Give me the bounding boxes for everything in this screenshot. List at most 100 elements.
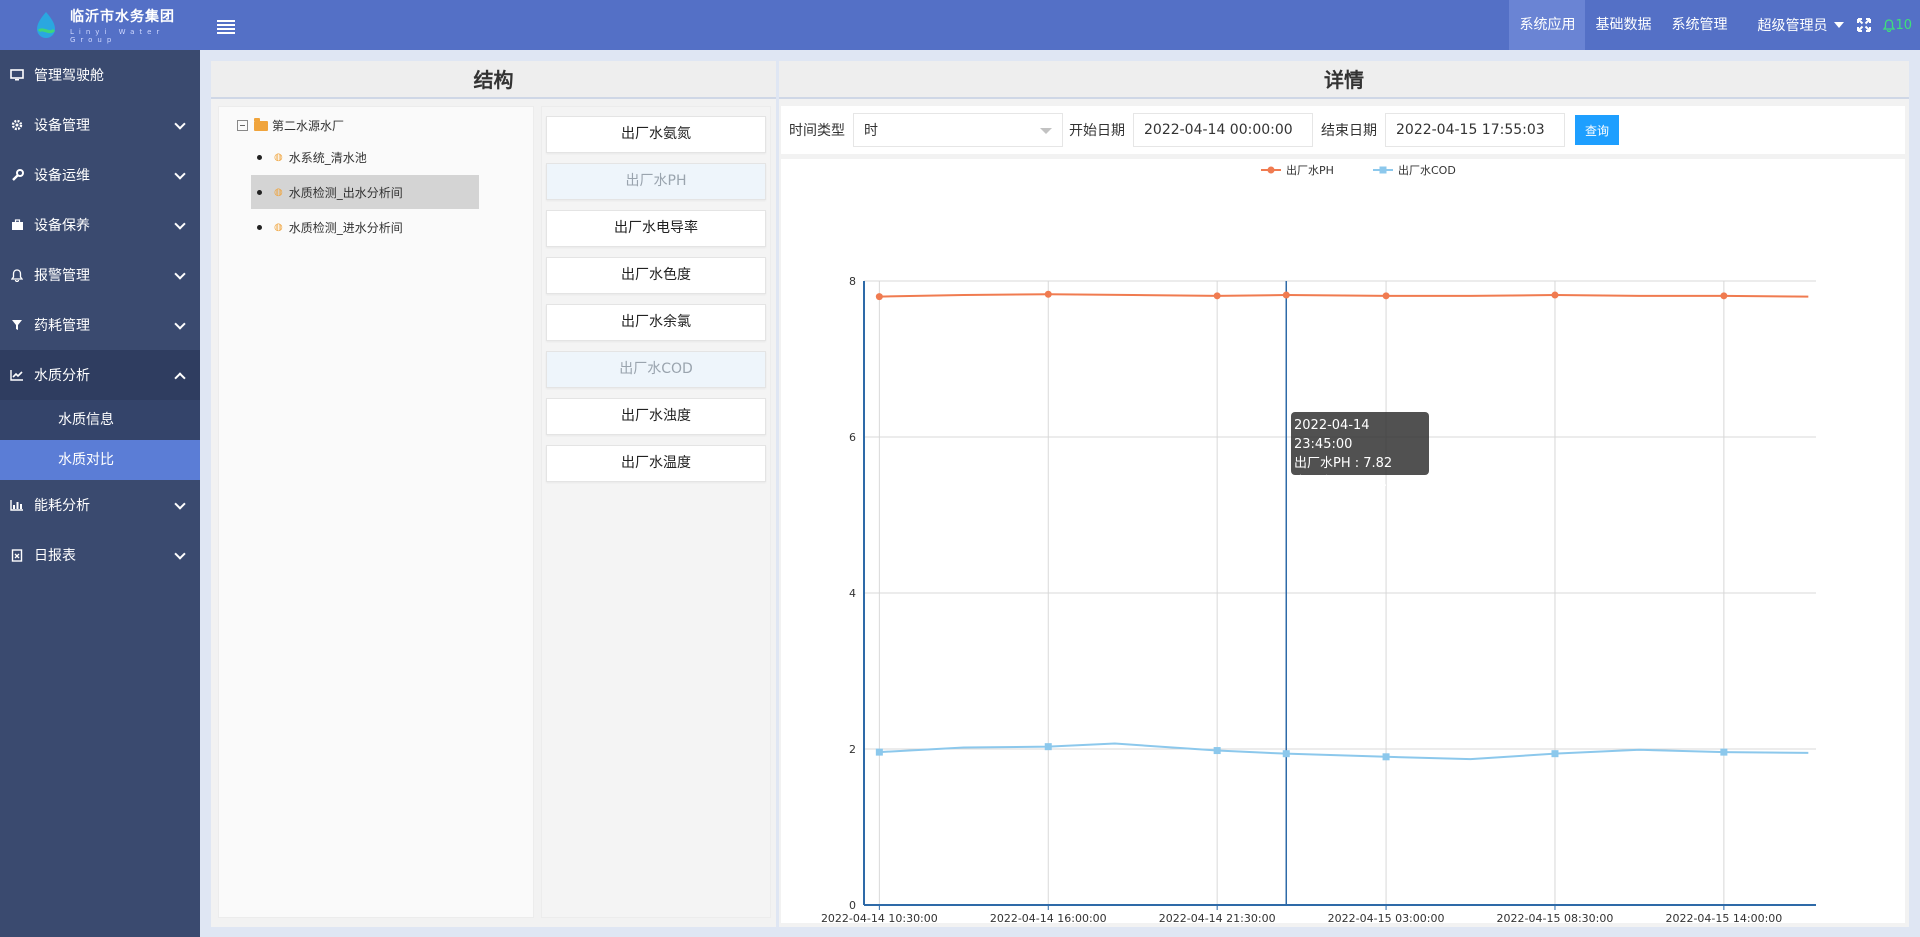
data-point: [1382, 292, 1390, 300]
structure-panel-title: 结构: [211, 61, 776, 99]
sidebar-item-label: 设备运维: [34, 168, 90, 184]
series-line-cod: [879, 742, 1809, 761]
chevron-down-icon: [174, 168, 186, 180]
leaf-icon: ◍: [274, 186, 283, 198]
collapse-icon[interactable]: [237, 120, 248, 131]
x-tick-label: 2022-04-15 14:00:00: [1665, 912, 1782, 923]
metric-button-temperature[interactable]: 出厂水温度: [546, 445, 766, 482]
series-line-ph: [879, 293, 1809, 298]
sidebar-item-device-maintenance[interactable]: 设备运维: [0, 150, 200, 200]
user-menu[interactable]: 超级管理员: [1757, 15, 1845, 35]
end-date-input[interactable]: [1385, 113, 1565, 147]
top-bar: 临沂市水务集团 Linyi Water Group 系统应用 基础数据 系统管理…: [0, 0, 1920, 50]
data-point: [875, 293, 883, 301]
legend-marker: [1379, 166, 1387, 174]
data-point: [875, 748, 883, 756]
data-point: [1282, 291, 1290, 299]
line-chart-icon: [10, 368, 24, 382]
metric-button-turbidity[interactable]: 出厂水浊度: [546, 398, 766, 435]
data-point: [1282, 750, 1290, 758]
nav-system-apps[interactable]: 系统应用: [1509, 0, 1586, 50]
metric-button-residual-chlorine[interactable]: 出厂水余氯: [546, 304, 766, 341]
x-tick-label: 2022-04-14 10:30:00: [821, 912, 938, 923]
main-content: 结构 详情 第二水源水厂 ◍ 水系统_清水池 ◍ 水质检测_出水分析间 ◍ 水质…: [211, 61, 1909, 927]
sidebar-item-energy-analysis[interactable]: 能耗分析: [0, 480, 200, 530]
notification-button[interactable]: 10: [1883, 18, 1912, 33]
folder-open-icon: [254, 117, 268, 131]
nav-basic-data[interactable]: 基础数据: [1585, 0, 1661, 50]
nav-system-management[interactable]: 系统管理: [1661, 0, 1737, 50]
metric-button-conductivity[interactable]: 出厂水电导率: [546, 210, 766, 247]
metric-button-ammonia[interactable]: 出厂水氨氮: [546, 116, 766, 153]
tree-root-label: 第二水源水厂: [272, 119, 345, 133]
chevron-down-icon: [174, 498, 186, 510]
metric-button-ph[interactable]: 出厂水PH: [546, 163, 766, 200]
leaf-icon: ◍: [274, 151, 283, 163]
notification-count: 10: [1895, 17, 1912, 33]
filter-icon: [10, 318, 24, 332]
sidebar-item-device-upkeep[interactable]: 设备保养: [0, 200, 200, 250]
tooltip-ph: 出厂水PH : 7.82: [1294, 456, 1393, 471]
bell-icon: [1883, 18, 1896, 32]
y-tick-label: 6: [849, 431, 856, 444]
tree-node-selected[interactable]: ◍ 水质检测_出水分析间: [251, 175, 479, 209]
chevron-down-icon: [174, 268, 186, 280]
y-tick-label: 8: [849, 275, 856, 288]
y-tick-label: 2: [849, 743, 856, 756]
bullet-icon: [257, 154, 262, 160]
logo-title: 临沂市水务集团: [70, 9, 175, 25]
details-panel-title: 详情: [779, 61, 1909, 99]
sidebar-item-label: 能耗分析: [34, 498, 90, 514]
legend-marker: [1267, 166, 1275, 174]
query-button[interactable]: 查询: [1575, 115, 1620, 145]
end-date-label: 结束日期: [1321, 123, 1377, 139]
dropdown-arrow-icon: [1040, 128, 1052, 134]
gear-icon: [10, 118, 24, 132]
time-type-label: 时间类型: [789, 123, 845, 139]
bell-icon: [10, 268, 24, 282]
y-tick-label: 4: [849, 587, 856, 600]
monitor-icon: [10, 68, 24, 82]
tree-node[interactable]: ◍ 水质检测_进水分析间: [251, 210, 479, 244]
sidebar-item-chemical-consumption[interactable]: 药耗管理: [0, 300, 200, 350]
menu-toggle-icon[interactable]: [217, 20, 235, 34]
top-nav: 系统应用 基础数据 系统管理 超级管理员 10: [1509, 0, 1920, 50]
sidebar-item-label: 报警管理: [34, 268, 90, 284]
sidebar-item-label: 设备管理: [34, 118, 90, 134]
briefcase-icon: [10, 218, 24, 232]
sidebar-item-label: 水质分析: [34, 368, 90, 384]
legend-label: 出厂水PH: [1286, 163, 1334, 177]
panel-divider: [776, 61, 779, 927]
line-chart: 0 2 4 6 8 2022-04-14 10:30:00 2022-04-14 16:00…: [821, 163, 1816, 925]
sidebar-item-dashboard[interactable]: 管理驾驶舱: [0, 50, 200, 100]
tree-node[interactable]: ◍ 水系统_清水池: [251, 140, 479, 174]
data-point: [1213, 292, 1221, 300]
tooltip-cod: 出厂水COD : 1.94: [1294, 475, 1404, 490]
sidebar-item-daily-report[interactable]: 日报表: [0, 530, 200, 580]
data-point: [1044, 290, 1052, 298]
metric-button-cod[interactable]: 出厂水COD: [546, 351, 766, 388]
sidebar-item-device-management[interactable]: 设备管理: [0, 100, 200, 150]
sidebar-item-label: 设备保养: [34, 218, 90, 234]
start-date-label: 开始日期: [1069, 123, 1125, 139]
data-point: [1720, 292, 1728, 300]
tree-node-label: 水质检测_进水分析间: [288, 220, 403, 235]
leaf-icon: ◍: [274, 221, 283, 233]
time-type-select[interactable]: 时: [853, 113, 1063, 147]
sidebar-item-water-quality-analysis[interactable]: 水质分析: [0, 350, 200, 400]
sidebar-subitem-water-quality-compare[interactable]: 水质对比: [0, 440, 200, 480]
sidebar-item-alarm-management[interactable]: 报警管理: [0, 250, 200, 300]
legend-label: 出厂水COD: [1398, 163, 1456, 177]
chevron-down-icon: [174, 218, 186, 230]
query-bar: 时间类型 时 开始日期 结束日期 查询: [781, 106, 1905, 154]
data-point: [1551, 750, 1559, 758]
chevron-down-icon: [174, 318, 186, 330]
data-point: [1551, 291, 1559, 299]
tree-root[interactable]: 第二水源水厂: [237, 117, 344, 134]
data-point: [1720, 748, 1728, 756]
metric-button-chroma[interactable]: 出厂水色度: [546, 257, 766, 294]
sidebar-subitem-water-quality-info[interactable]: 水质信息: [0, 400, 200, 440]
fullscreen-icon[interactable]: [1857, 18, 1872, 32]
time-type-value: 时: [864, 123, 878, 139]
start-date-input[interactable]: [1133, 113, 1313, 147]
